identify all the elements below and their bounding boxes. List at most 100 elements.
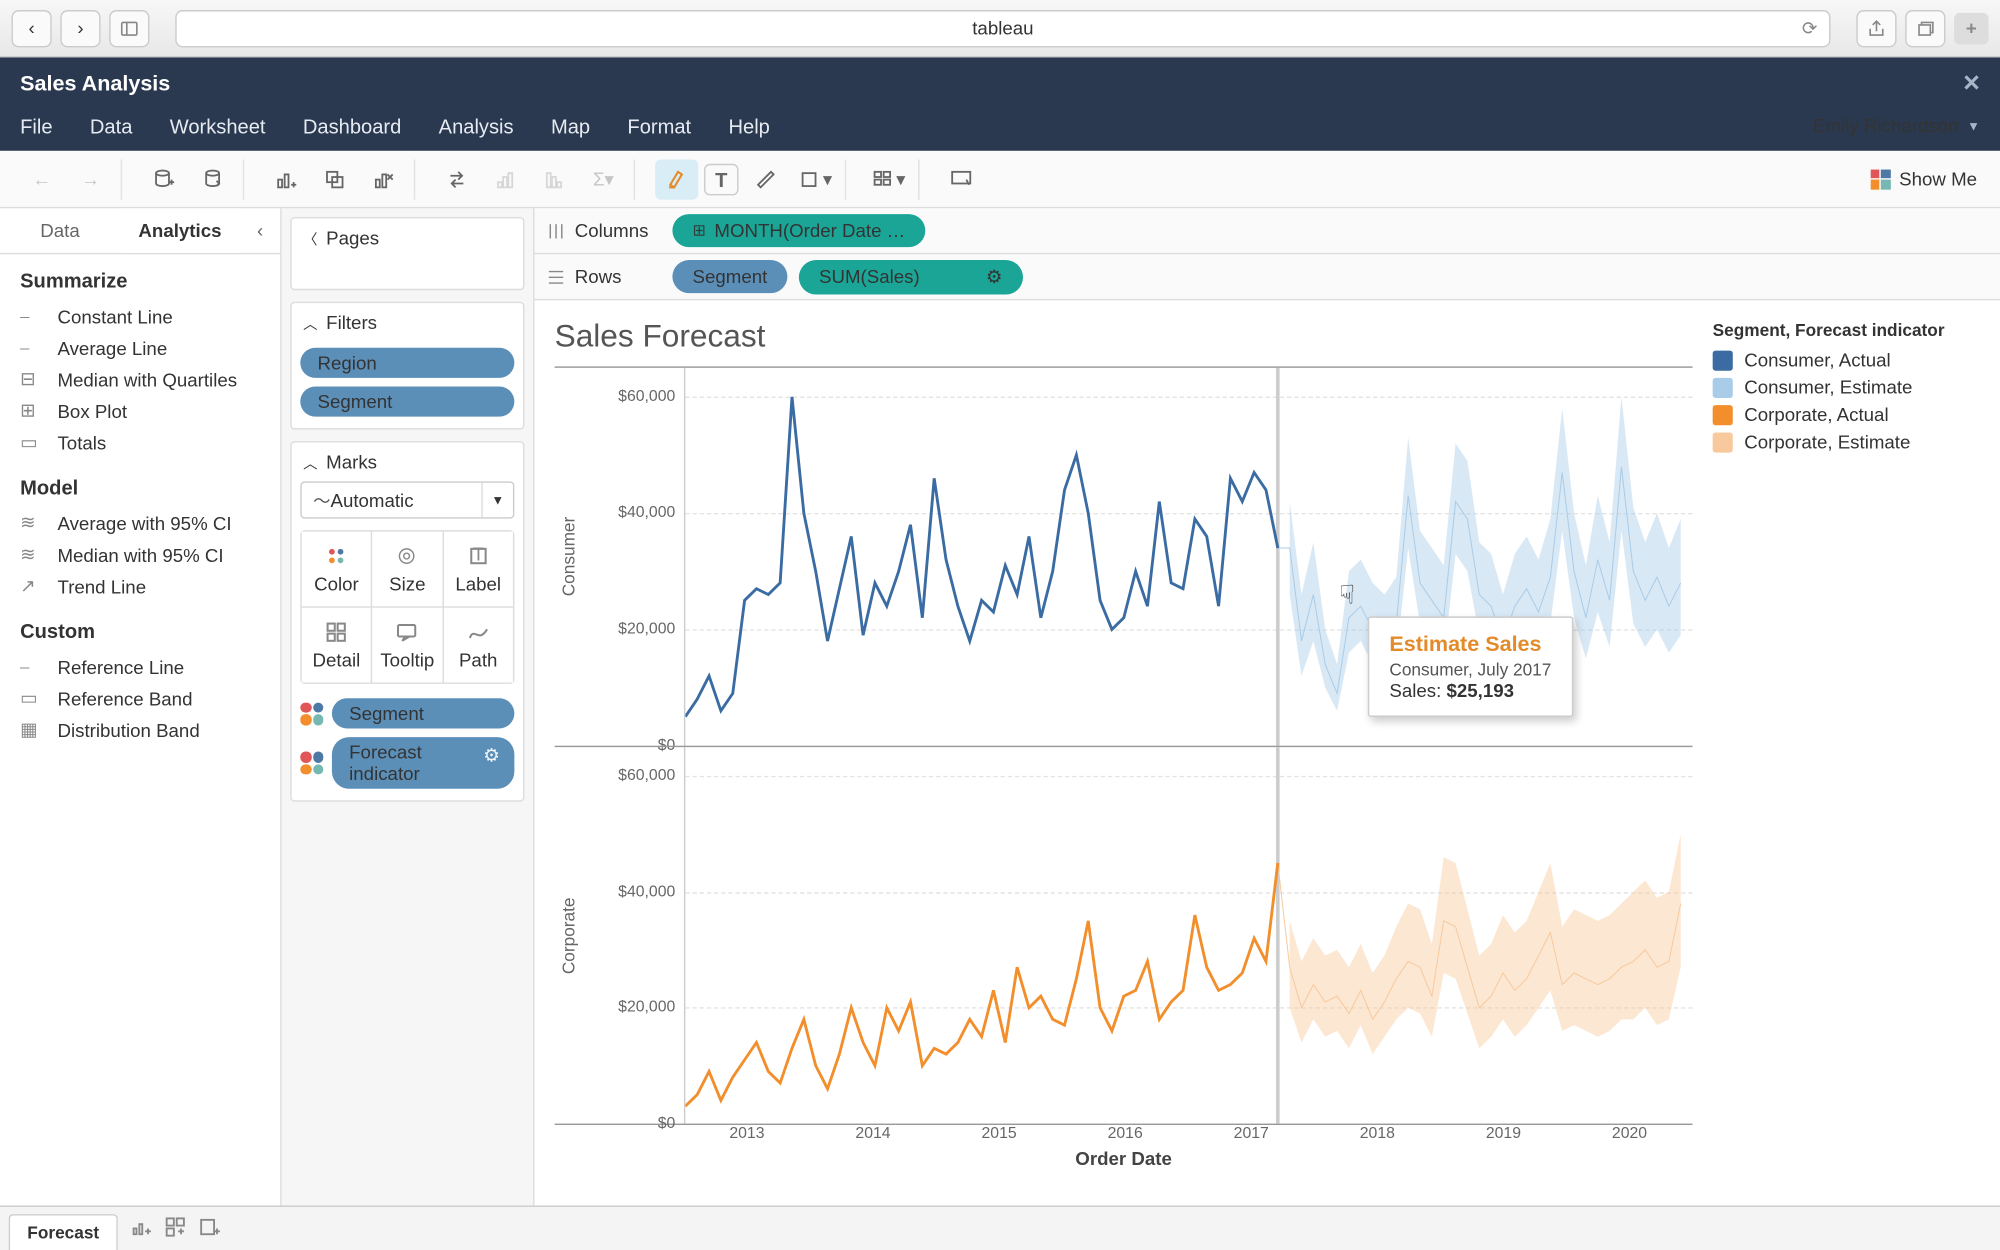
list-item[interactable]: ⎯Constant Line — [0, 300, 280, 332]
x-axis-label: Order Date — [555, 1148, 1693, 1170]
x-tick: 2016 — [1062, 1125, 1188, 1142]
sidebar-toggle-button[interactable] — [109, 9, 149, 46]
totals-icon[interactable]: Σ▾ — [582, 159, 625, 199]
marks-card[interactable]: ︿Marks 〜 Automatic▼ Color Size TLabel De… — [290, 441, 524, 802]
side-panel: Data Analytics ‹ Summarize ⎯Constant Lin… — [0, 208, 282, 1205]
fit-dropdown[interactable]: ▾ — [793, 159, 836, 199]
x-tick: 2014 — [810, 1125, 936, 1142]
tab-data[interactable]: Data — [0, 208, 120, 253]
shelf-chip[interactable]: Segment — [672, 260, 787, 293]
rows-shelf[interactable]: Rows Segment SUM(Sales)⚙ — [534, 254, 2000, 300]
mark-tooltip[interactable]: Tooltip — [373, 608, 442, 683]
sheet-title[interactable]: Sales Forecast — [555, 318, 766, 355]
swap-icon[interactable] — [435, 159, 478, 199]
marks-pill[interactable]: Forecast indicator⚙ — [332, 737, 514, 789]
menu-analysis[interactable]: Analysis — [439, 114, 514, 137]
menu-worksheet[interactable]: Worksheet — [170, 114, 266, 137]
menu-map[interactable]: Map — [551, 114, 590, 137]
list-item[interactable]: ≋Average with 95% CI — [0, 507, 280, 539]
legend[interactable]: Segment, Forecast indicator Consumer, Ac… — [1693, 312, 1980, 1194]
svg-text:T: T — [472, 544, 483, 564]
cards-dropdown[interactable]: ▾ — [866, 159, 909, 199]
share-button[interactable] — [1856, 9, 1896, 46]
clear-icon[interactable] — [362, 159, 405, 199]
filter-pill[interactable]: Segment — [300, 386, 514, 416]
url-bar[interactable]: tableau ⟳ — [175, 9, 1830, 46]
presentation-icon[interactable] — [940, 159, 983, 199]
x-tick: 2020 — [1566, 1125, 1692, 1142]
legend-item[interactable]: Corporate, Estimate — [1713, 431, 1980, 453]
legend-item[interactable]: Consumer, Estimate — [1713, 376, 1980, 398]
list-item[interactable]: ⊟Median with Quartiles — [0, 364, 280, 396]
menu-format[interactable]: Format — [627, 114, 691, 137]
x-tick: 2013 — [684, 1125, 810, 1142]
list-item[interactable]: ▭Reference Band — [0, 682, 280, 714]
duplicate-icon[interactable] — [313, 159, 356, 199]
menu-data[interactable]: Data — [90, 114, 132, 137]
mark-size[interactable]: Size — [373, 532, 442, 607]
datasource-refresh-icon[interactable] — [191, 159, 234, 199]
mark-label[interactable]: TLabel — [443, 532, 512, 607]
marks-pill[interactable]: Segment — [332, 698, 514, 728]
show-me-button[interactable]: Show Me — [1870, 168, 1988, 190]
undo-button[interactable]: ← — [20, 159, 63, 199]
filter-pill[interactable]: Region — [300, 348, 514, 378]
shelf-chip[interactable]: ⊞MONTH(Order Date … — [672, 214, 925, 247]
row-header: Consumer — [555, 368, 584, 746]
back-button[interactable]: ‹ — [11, 9, 51, 46]
annotate-icon[interactable] — [744, 159, 787, 199]
toolbar: ← → Σ▾ T ▾ ▾ — [0, 151, 2000, 208]
forward-button[interactable]: › — [60, 9, 100, 46]
reload-icon[interactable]: ⟳ — [1802, 17, 1818, 40]
view-area: Columns ⊞MONTH(Order Date … Rows Segment… — [534, 208, 2000, 1205]
sheet-tab[interactable]: Forecast — [9, 1213, 118, 1249]
close-button[interactable]: × — [1963, 69, 1980, 98]
highlight-icon[interactable] — [655, 159, 698, 199]
filters-card[interactable]: ︿Filters Region Segment — [290, 302, 524, 430]
redo-button[interactable]: → — [69, 159, 112, 199]
menu-help[interactable]: Help — [729, 114, 770, 137]
x-tick: 2019 — [1440, 1125, 1566, 1142]
new-story-icon[interactable] — [198, 1215, 221, 1242]
list-item[interactable]: ⎯Reference Line — [0, 651, 280, 683]
list-item[interactable]: ⊞Box Plot — [0, 395, 280, 427]
collapse-panel-icon[interactable]: ‹ — [240, 208, 280, 253]
legend-item[interactable]: Corporate, Actual — [1713, 404, 1980, 426]
tab-analytics[interactable]: Analytics — [120, 208, 240, 253]
model-heading: Model — [0, 461, 280, 504]
text-icon[interactable]: T — [704, 163, 738, 195]
menu-dashboard[interactable]: Dashboard — [303, 114, 401, 137]
sort-asc-icon[interactable] — [484, 159, 527, 199]
tooltip: Estimate Sales Consumer, July 2017 Sales… — [1368, 616, 1573, 717]
datasource-add-icon[interactable] — [142, 159, 185, 199]
mark-path[interactable]: Path — [443, 608, 512, 683]
new-sheet-icon[interactable] — [264, 159, 307, 199]
new-dashboard-icon[interactable] — [164, 1215, 187, 1242]
mark-type-select[interactable]: 〜 Automatic▼ — [300, 481, 514, 518]
list-item[interactable]: ↗Trend Line — [0, 570, 280, 602]
chart-area[interactable]: Consumer$0$20,000$40,000$60,000Corporate… — [555, 312, 1693, 1194]
shelf-chip[interactable]: SUM(Sales)⚙ — [799, 259, 1023, 293]
menu-bar: File Data Worksheet Dashboard Analysis M… — [0, 101, 2000, 151]
pages-card[interactable]: 〈Pages — [290, 217, 524, 290]
columns-shelf[interactable]: Columns ⊞MONTH(Order Date … — [534, 208, 2000, 254]
list-item[interactable]: ⎯Average Line — [0, 332, 280, 364]
workbook-title: Sales Analysis — [20, 71, 170, 95]
sheet-tabs: Forecast — [0, 1205, 2000, 1250]
new-tab-button[interactable]: + — [1954, 12, 1988, 44]
mark-detail[interactable]: Detail — [302, 608, 371, 683]
sort-desc-icon[interactable] — [533, 159, 576, 199]
x-tick: 2015 — [936, 1125, 1062, 1142]
tabs-button[interactable] — [1905, 9, 1945, 46]
list-item[interactable]: ≋Median with 95% CI — [0, 539, 280, 571]
color-dots-icon — [300, 702, 323, 725]
user-menu[interactable]: Emily Richardson▼ — [1813, 115, 1980, 137]
menu-file[interactable]: File — [20, 114, 52, 137]
legend-item[interactable]: Consumer, Actual — [1713, 349, 1980, 371]
new-worksheet-icon[interactable] — [129, 1215, 152, 1242]
mark-color[interactable]: Color — [302, 532, 371, 607]
list-item[interactable]: ▦Distribution Band — [0, 714, 280, 746]
color-dots-icon — [300, 751, 323, 774]
x-tick: 2017 — [1188, 1125, 1314, 1142]
browser-chrome: ‹ › tableau ⟳ + — [0, 0, 2000, 57]
